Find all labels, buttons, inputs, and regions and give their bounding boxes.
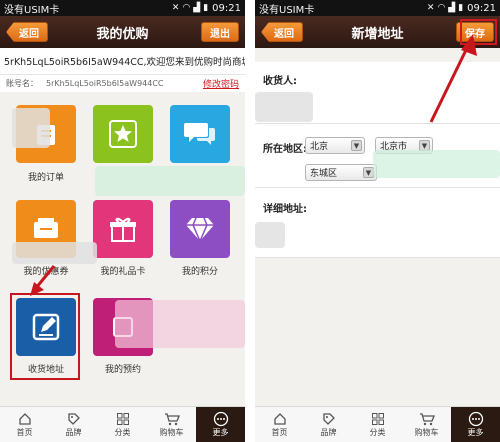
star-icon [109,120,137,148]
grid-icon [371,411,385,427]
blur-patch [255,222,285,248]
mute-icon: ✕ [426,3,435,13]
add-address-screen: 没有USIM卡 ✕ ◠ ▟ ▮ 09:21 返回 新增地址 保存 收货人: 所在… [255,0,500,442]
battery-icon: ▮ [203,3,209,13]
wifi-icon: ◠ [182,3,191,13]
battery-icon: ▮ [458,3,464,13]
tile-messages[interactable] [170,105,230,163]
province-select[interactable]: 北京 ▼ [305,137,365,154]
more-icon [213,411,229,427]
detail-address-row[interactable]: 详细地址: [255,188,500,258]
blur-patch [95,166,245,196]
gift-icon [110,217,136,242]
logout-button[interactable]: 退出 [201,22,239,42]
tab-more[interactable]: 更多 [451,407,500,442]
tab-category[interactable]: 分类 [353,407,402,442]
tab-cart[interactable]: 购物车 [147,407,196,442]
more-icon [468,411,484,427]
tile-gift-cards[interactable] [93,200,153,258]
blur-patch [373,150,500,178]
tab-bar: 首页 品牌 分类 购物车 更多 [0,406,245,442]
diamond-icon [186,217,214,243]
status-bar: 没有USIM卡 ✕ ◠ ▟ ▮ 09:21 [0,0,245,16]
screenshot-stage: 没有USIM卡 ✕ ◠ ▟ ▮ 09:21 返回 我的优购 退出 5rKh5Lq… [0,0,500,442]
mute-icon: ✕ [171,3,180,13]
grid-icon [116,411,130,427]
home-icon [18,411,32,427]
blur-patch [255,92,313,122]
status-bar: 没有USIM卡 ✕ ◠ ▟ ▮ 09:21 [255,0,500,16]
tile-label-reservations: 我的预约 [104,365,141,375]
address-highlight-box [10,293,80,380]
page-title: 新增地址 [351,26,404,42]
cart-icon [419,411,435,427]
coupon-icon [34,218,58,238]
carrier-text: 没有USIM卡 [259,4,315,16]
tab-more[interactable]: 更多 [196,407,245,442]
tab-brand[interactable]: 品牌 [49,407,98,442]
blur-patch [12,242,97,264]
signal-icon: ▟ [448,3,456,13]
tab-brand[interactable]: 品牌 [304,407,353,442]
account-value: 5rKh5LqL5oiR5b6I5aW944CC [46,79,164,88]
arrow-icon [30,265,56,296]
tile-points[interactable] [170,200,230,258]
recipient-label: 收货人: [263,76,297,87]
blur-patch [115,300,245,348]
back-button[interactable]: 返回 [261,22,303,42]
tile-label-orders: 我的订单 [27,173,64,183]
tile-favorites[interactable] [93,105,153,163]
region-label: 所在地区: [263,144,307,155]
chevron-down-icon: ▼ [351,140,362,151]
tab-category[interactable]: 分类 [98,407,147,442]
tab-home[interactable]: 首页 [255,407,304,442]
detail-address-label: 详细地址: [263,204,307,215]
wifi-icon: ◠ [437,3,446,13]
tab-home[interactable]: 首页 [0,407,49,442]
tab-cart[interactable]: 购物车 [402,407,451,442]
district-select[interactable]: 东城区 ▼ [305,164,377,181]
tag-icon [67,411,81,427]
tab-bar: 首页 品牌 分类 购物车 更多 [255,406,500,442]
back-button[interactable]: 返回 [6,22,48,42]
my-account-screen: 没有USIM卡 ✕ ◠ ▟ ▮ 09:21 返回 我的优购 退出 5rKh5Lq… [0,0,245,442]
chat-icon [184,123,215,145]
carrier-text: 没有USIM卡 [4,4,60,16]
clock: 09:21 [467,2,496,14]
tile-label-gift-cards: 我的礼品卡 [100,267,146,277]
account-row: 账号名： 5rKh5LqL5oiR5b6I5aW944CC 修改密码 [0,74,245,92]
signal-icon: ▟ [193,3,201,13]
page-title: 我的优购 [96,26,149,42]
change-password-link[interactable]: 修改密码 [203,77,239,90]
tag-icon [322,411,336,427]
arrow-icon [429,34,477,123]
cart-icon [164,411,180,427]
welcome-text: 5rKh5LqL5oiR5b6I5aW944CC,欢迎您来到优购时尚商城 [0,48,245,74]
home-icon [273,411,287,427]
clock: 09:21 [212,2,241,14]
nav-bar: 返回 我的优购 退出 [0,16,245,48]
account-label: 账号名： [6,79,38,88]
blur-patch [12,108,50,148]
tile-label-points: 我的积分 [181,267,218,277]
